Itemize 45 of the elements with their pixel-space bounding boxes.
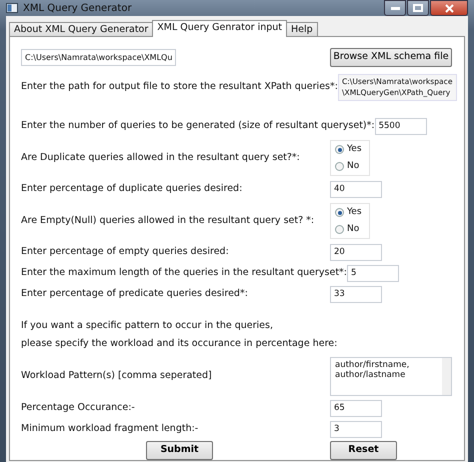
field-label: Percentage Occurance:- bbox=[21, 401, 135, 416]
field-label: Are Duplicate queries allowed in the resultant query set?*: bbox=[21, 150, 300, 165]
radio-button[interactable] bbox=[335, 208, 344, 218]
reset-button[interactable]: Reset bbox=[330, 441, 397, 460]
tab[interactable]: About XML Query Generator bbox=[9, 22, 154, 36]
input-field[interactable]: 5 bbox=[347, 265, 400, 282]
field-label: Enter percentage of duplicate queries desired: bbox=[21, 182, 242, 196]
field-label: Enter percentage of predicate queries desired*: bbox=[21, 287, 248, 302]
schema-path-field[interactable]: C:\Users\Namrata\workspace\XMLQu bbox=[21, 49, 176, 66]
tab[interactable]: Help bbox=[286, 22, 318, 36]
submit-button[interactable]: Submit bbox=[146, 441, 213, 460]
field-label: Enter the number of queries to be generated (size of resultant queryset)*: bbox=[21, 119, 375, 134]
pattern-text-area[interactable]: author/firstname, author/lastname bbox=[330, 357, 452, 396]
input-field[interactable]: 20 bbox=[330, 244, 382, 261]
field-label: Enter the maximum length of the queries in the resultant queryset*: bbox=[21, 266, 348, 280]
tab[interactable]: XML Query Genrator input bbox=[152, 20, 288, 37]
maximize-button[interactable] bbox=[407, 0, 429, 16]
input-field[interactable]: 65 bbox=[330, 400, 382, 417]
radio-button[interactable] bbox=[335, 162, 344, 171]
radio-label: Yes bbox=[347, 143, 362, 156]
radio-button[interactable] bbox=[335, 145, 344, 154]
field-label: Workload Pattern(s) [comma seperated] bbox=[21, 369, 212, 384]
scrollbar[interactable] bbox=[442, 358, 451, 395]
field-label: Are Empty(Null) queries allowed in the resultant query set? *: bbox=[21, 214, 314, 228]
instruction-text: please specify the workload and its occurance in percentage here: bbox=[21, 337, 338, 351]
minimize-icon bbox=[390, 6, 400, 10]
input-field[interactable]: 33 bbox=[330, 286, 382, 303]
minimize-button[interactable] bbox=[384, 0, 406, 16]
instruction-text: If you want a specific pattern to occur in the queries, bbox=[21, 319, 274, 333]
browse-button[interactable]: Browse XML schema file bbox=[330, 48, 452, 67]
app-icon bbox=[6, 3, 18, 13]
radio-label: No bbox=[347, 160, 360, 172]
input-field[interactable]: 40 bbox=[330, 181, 382, 198]
close-button[interactable] bbox=[430, 0, 468, 16]
radio-button[interactable] bbox=[335, 224, 344, 234]
field-label: Enter percentage of empty queries desired: bbox=[21, 245, 229, 260]
radio-label: Yes bbox=[347, 206, 362, 219]
input-field[interactable]: 3 bbox=[330, 421, 382, 438]
input-field[interactable]: 5500 bbox=[374, 118, 427, 135]
field-label: Enter the path for output file to store the resultant XPath queries*: bbox=[21, 80, 338, 94]
window-title: XML Query Generator bbox=[23, 2, 132, 16]
field-label: Minimum workload fragment length:- bbox=[21, 422, 198, 436]
radio-label: No bbox=[347, 222, 360, 236]
close-icon bbox=[444, 4, 454, 12]
maximize-icon bbox=[413, 4, 423, 12]
